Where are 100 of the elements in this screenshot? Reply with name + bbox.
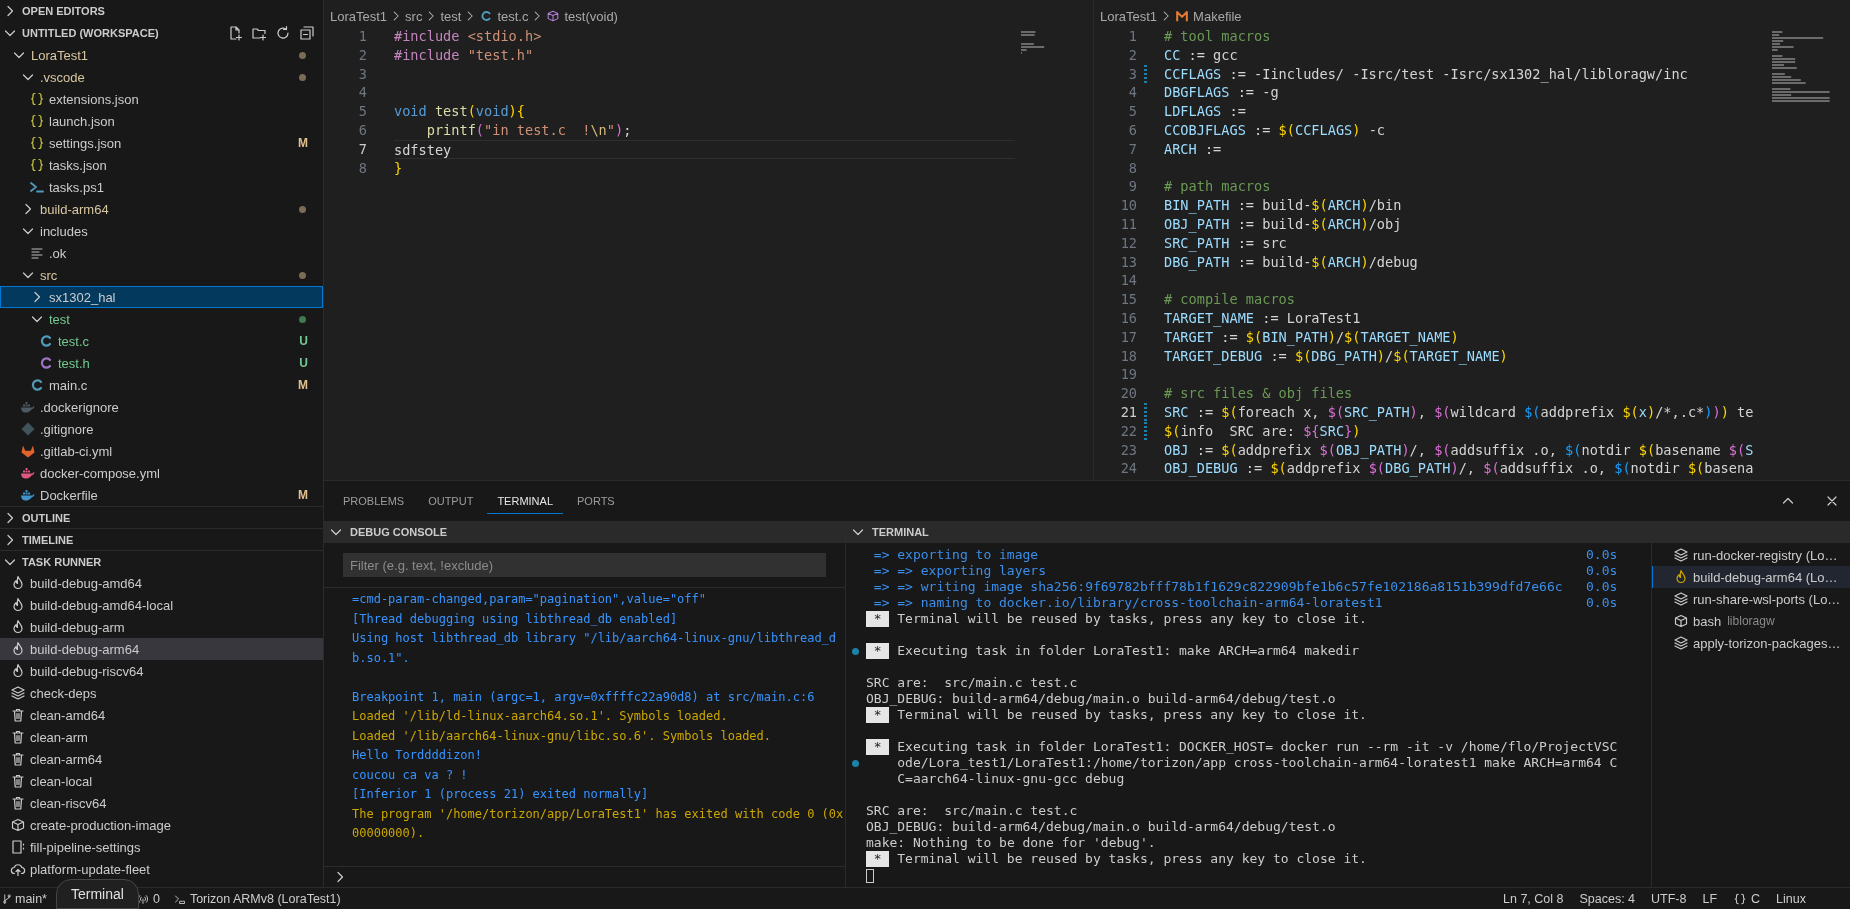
code-line: #include "test.h": [394, 45, 535, 65]
status-item[interactable]: 0: [136, 891, 160, 906]
task-item[interactable]: clean-amd64: [0, 704, 323, 726]
section-header[interactable]: TERMINAL: [846, 521, 1850, 543]
line-number: 14: [1119, 271, 1137, 291]
breadcrumb[interactable]: test: [440, 8, 462, 24]
section-header[interactable]: UNTITLED (WORKSPACE): [0, 25, 159, 41]
tree-item[interactable]: .gitignore: [0, 418, 323, 440]
tree-item[interactable]: extensions.json: [0, 88, 323, 110]
task-item[interactable]: platform-update-fleet: [0, 858, 323, 880]
terminal-tab[interactable]: run-share-wsl-ports (Lo…: [1652, 588, 1850, 610]
line-number: 2: [1127, 45, 1137, 65]
new-folder-icon[interactable]: [251, 25, 267, 41]
tree-item[interactable]: docker-compose.yml: [0, 462, 323, 484]
tree-item[interactable]: settings.json M: [0, 132, 323, 154]
status-item[interactable]: C: [1733, 891, 1761, 906]
code-line: DBG_PATH := build-$(ARCH)/debug: [1164, 252, 1419, 272]
new-file-icon[interactable]: [227, 25, 243, 41]
c-icon: [38, 333, 54, 349]
section-header[interactable]: TASK RUNNER: [0, 553, 102, 570]
task-item[interactable]: clean-local: [0, 770, 323, 792]
status-item[interactable]: Linux: [1776, 891, 1806, 906]
braces-icon: [1733, 891, 1748, 906]
breadcrumb[interactable]: test(void): [546, 8, 618, 24]
tree-item[interactable]: build-arm64: [0, 198, 323, 220]
tree-item[interactable]: tasks.ps1: [0, 176, 323, 198]
collapse-all-icon[interactable]: [299, 25, 315, 41]
status-item[interactable]: LF: [1702, 891, 1718, 906]
tree-item[interactable]: .gitlab-ci.yml: [0, 440, 323, 462]
task-item[interactable]: clean-arm64: [0, 748, 323, 770]
form-icon: [10, 839, 26, 855]
code-line: DBGFLAGS := -g: [1164, 83, 1280, 103]
breadcrumb[interactable]: LoraTest1: [1100, 8, 1158, 24]
whale-icon: [20, 465, 36, 481]
terminal-tab-detail: libloragw: [1727, 614, 1775, 628]
filter-field[interactable]: Filter (e.g. text, !exclude): [343, 553, 826, 577]
refresh-icon[interactable]: [275, 25, 291, 41]
task-item[interactable]: build-debug-amd64-local: [0, 594, 323, 616]
task-item[interactable]: fill-pipeline-settings: [0, 836, 323, 858]
task-item[interactable]: build-debug-amd64: [0, 572, 323, 594]
breadcrumb[interactable]: LoraTest1: [330, 8, 388, 24]
task-item[interactable]: build-debug-riscv64: [0, 660, 323, 682]
line-number: 4: [1127, 83, 1137, 103]
tree-item[interactable]: launch.json: [0, 110, 323, 132]
terminal-tab[interactable]: apply-torizon-packages…: [1652, 632, 1850, 654]
task-item[interactable]: create-production-image: [0, 814, 323, 836]
console-line: Loaded '/lib/ld-linux-aarch64.so.1'. Symbols loaded.: [352, 708, 729, 725]
code-line: }: [394, 158, 404, 178]
status-item[interactable]: Ln 7, Col 8: [1503, 891, 1564, 906]
marker-badge: *: [866, 739, 890, 755]
status-item[interactable]: Torizon ARMv8 (LoraTest1): [173, 891, 341, 906]
console-line: Breakpoint 1, main (argc=1, argv=0xffffc22a90d8) at src/main.c:6: [352, 688, 816, 706]
breadcrumb[interactable]: Makefile: [1175, 8, 1242, 24]
layers-icon: [1673, 635, 1689, 651]
terminal-line: OBJ_DEBUG: build-arm64/debug/main.o build-arm64/debug/test.o: [866, 691, 1337, 707]
tree-item[interactable]: sx1302_hal: [0, 286, 323, 308]
panel-tab[interactable]: OUTPUT: [418, 488, 484, 514]
tree-item[interactable]: includes: [0, 220, 323, 242]
tree-item[interactable]: test: [0, 308, 323, 330]
tree-item[interactable]: main.c M: [0, 374, 323, 396]
terminal-tab[interactable]: bash libloragw: [1652, 610, 1850, 632]
panel-tab[interactable]: PROBLEMS: [333, 488, 415, 514]
braces-icon: [29, 157, 45, 173]
terminal-tab[interactable]: run-docker-registry (Lo…: [1652, 544, 1850, 566]
tree-item[interactable]: src: [0, 264, 323, 286]
tree-item[interactable]: .vscode: [0, 66, 323, 88]
tree-item[interactable]: test.c U: [0, 330, 323, 352]
tree-item[interactable]: Dockerfile M: [0, 484, 323, 506]
line-number: 13: [1119, 252, 1137, 272]
panel-tab[interactable]: PORTS: [567, 488, 625, 514]
section-header[interactable]: DEBUG CONSOLE: [324, 521, 845, 543]
status-item[interactable]: main*: [1, 891, 47, 906]
tree-item[interactable]: tasks.json: [0, 154, 323, 176]
task-item[interactable]: clean-riscv64: [0, 792, 323, 814]
section-header[interactable]: OUTLINE: [0, 509, 71, 526]
task-item[interactable]: build-debug-arm: [0, 616, 323, 638]
task-item[interactable]: check-deps: [0, 682, 323, 704]
task-item[interactable]: build-debug-arm64: [0, 638, 323, 660]
section-header[interactable]: TIMELINE: [0, 531, 74, 548]
breadcrumb[interactable]: src: [405, 8, 423, 24]
line-number: 5: [357, 102, 367, 121]
braces-icon: [29, 135, 45, 151]
tree-item[interactable]: .ok: [0, 242, 323, 264]
breadcrumb[interactable]: test.c: [479, 8, 529, 24]
console-line: Hello Torddddizon!: [352, 747, 484, 764]
terminal-tab[interactable]: build-debug-arm64 (Lo…: [1652, 566, 1850, 588]
panel-tab[interactable]: TERMINAL: [487, 488, 563, 514]
code-line: # compile macros: [1164, 290, 1296, 309]
section-header[interactable]: OPEN EDITORS: [0, 3, 105, 19]
terminal-line: => => exporting layers: [873, 563, 1046, 579]
status-item[interactable]: Spaces: 4: [1579, 891, 1636, 906]
tree-item[interactable]: .dockerignore: [0, 396, 323, 418]
status-item[interactable]: UTF-8: [1651, 891, 1687, 906]
git-status-letter: M: [298, 136, 308, 150]
code-line: # path macros: [1164, 177, 1272, 197]
terminal-line: Terminal will be reused by tasks, press any key to close it.: [897, 851, 1368, 867]
tree-item[interactable]: test.h U: [0, 352, 323, 374]
task-item[interactable]: clean-arm: [0, 726, 323, 748]
line-number: 6: [357, 121, 367, 140]
tree-item[interactable]: LoraTest1: [0, 44, 323, 66]
